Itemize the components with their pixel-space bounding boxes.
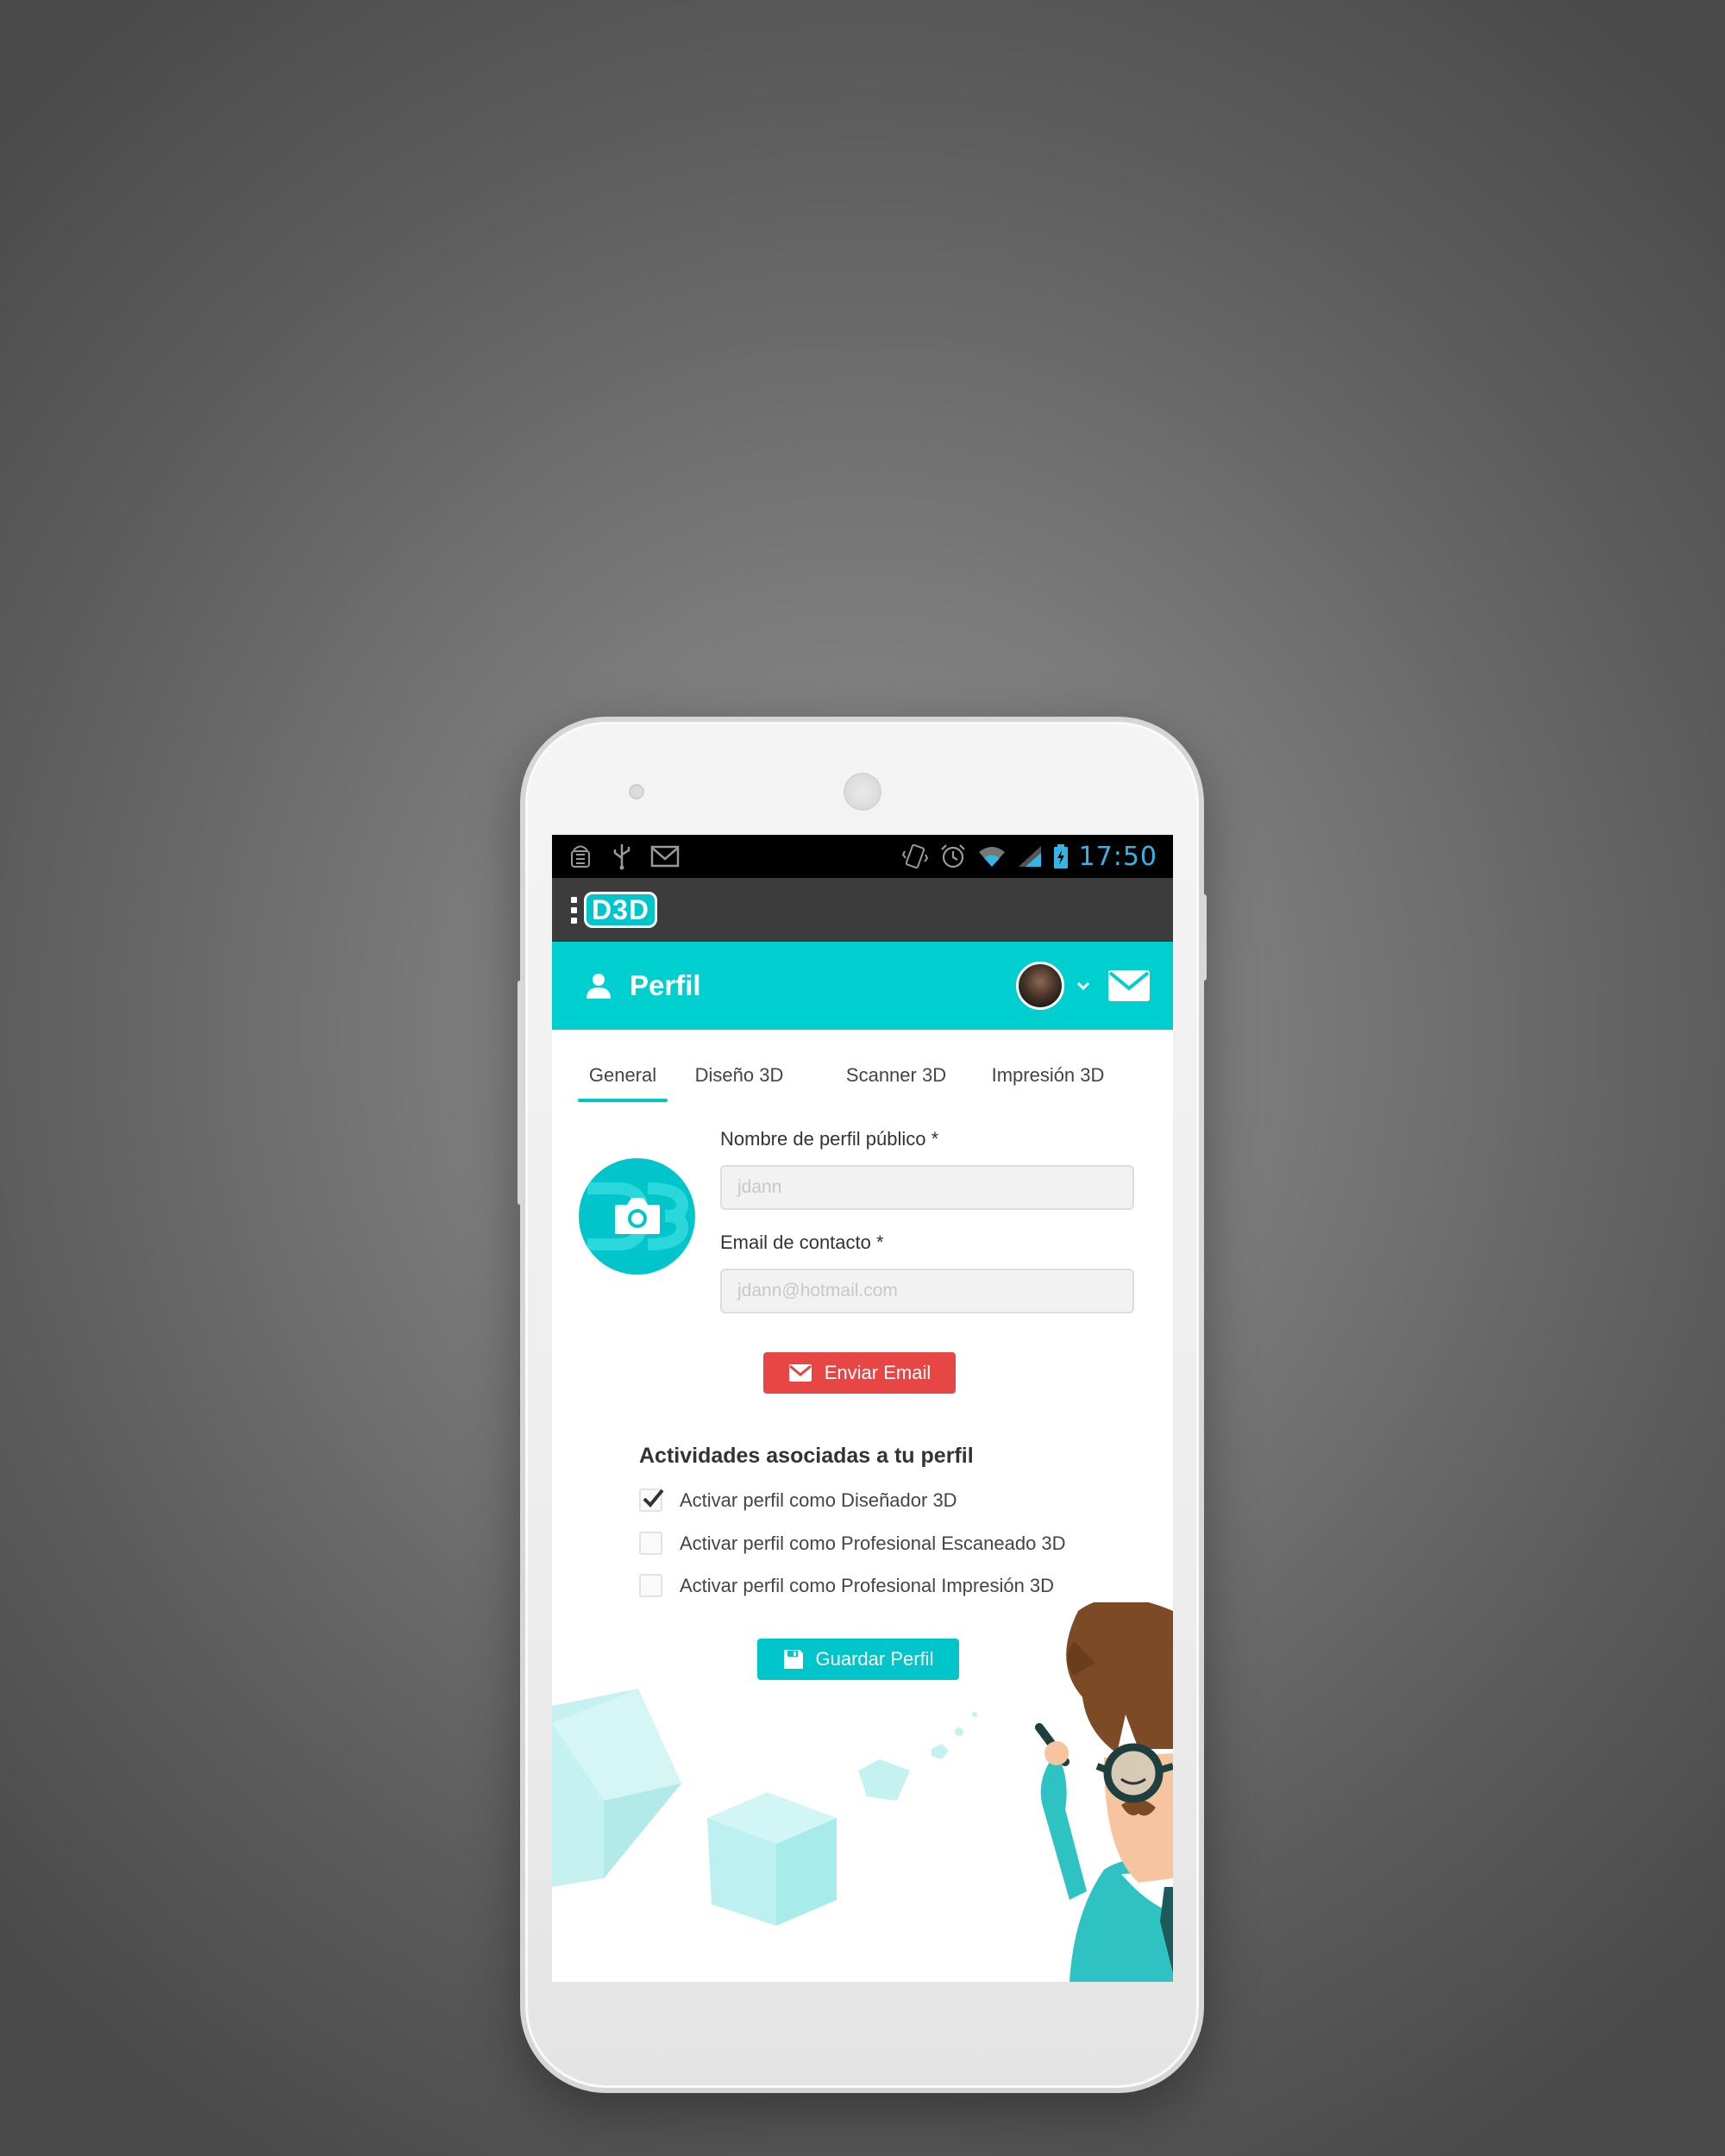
tab-bar: General Diseño 3D Scanner 3D Impresión 3… bbox=[552, 1030, 1173, 1102]
activity-escaneado[interactable]: Activar perfil como Profesional Escanead… bbox=[639, 1532, 1066, 1555]
user-avatar[interactable] bbox=[1016, 962, 1064, 1010]
designer-character-illustration bbox=[1035, 1602, 1173, 1982]
tab-impresion-3d[interactable]: Impresión 3D bbox=[975, 1064, 1121, 1102]
tab-general[interactable]: General bbox=[578, 1064, 668, 1102]
checkmark-icon bbox=[643, 1489, 664, 1507]
power-button bbox=[518, 981, 523, 1205]
page-title: Perfil bbox=[630, 969, 701, 1001]
status-bar: 17:50 bbox=[552, 835, 1173, 878]
envelope-icon bbox=[788, 1364, 812, 1382]
profile-photo-upload[interactable] bbox=[579, 1158, 695, 1275]
camera-icon bbox=[615, 1198, 660, 1234]
usb-icon bbox=[613, 844, 630, 870]
volume-button bbox=[1201, 894, 1207, 981]
send-email-label: Enviar Email bbox=[824, 1362, 932, 1383]
user-icon bbox=[586, 974, 611, 999]
save-profile-label: Guardar Perfil bbox=[815, 1648, 934, 1670]
app-bar: D3D bbox=[552, 878, 1173, 942]
envelope-icon[interactable] bbox=[1107, 969, 1151, 1002]
tab-scanner-3d[interactable]: Scanner 3D bbox=[818, 1064, 975, 1102]
wifi-icon bbox=[978, 847, 1005, 867]
checkbox-escaneado[interactable] bbox=[639, 1532, 662, 1555]
tab-diseno-3d[interactable]: Diseño 3D bbox=[661, 1064, 818, 1102]
profile-header: Perfil bbox=[552, 942, 1173, 1030]
activity-label: Activar perfil como Diseñador 3D bbox=[680, 1489, 957, 1511]
name-label: Nombre de perfil público * bbox=[720, 1128, 939, 1150]
activity-disenador[interactable]: Activar perfil como Diseñador 3D bbox=[639, 1489, 957, 1512]
name-field[interactable]: jdann bbox=[720, 1165, 1134, 1210]
battery-charging-icon bbox=[1053, 844, 1068, 868]
app-logo[interactable]: D3D bbox=[584, 892, 658, 928]
phone-screen: 17:50 D3D Perfil General Diseño 3D Scann… bbox=[552, 835, 1173, 1982]
checkbox-disenador[interactable] bbox=[639, 1489, 664, 1512]
android-debug-icon bbox=[571, 845, 590, 868]
front-camera bbox=[629, 784, 644, 799]
email-field[interactable]: jdann@hotmail.com bbox=[720, 1269, 1134, 1313]
status-time: 17:50 bbox=[1078, 841, 1157, 872]
gmail-icon bbox=[650, 845, 680, 868]
activity-impresion[interactable]: Activar perfil como Profesional Impresió… bbox=[639, 1574, 1054, 1597]
save-profile-button[interactable]: Guardar Perfil bbox=[757, 1639, 959, 1680]
floppy-disk-icon bbox=[783, 1650, 803, 1669]
activity-label: Activar perfil como Profesional Impresió… bbox=[680, 1574, 1055, 1596]
earpiece-speaker bbox=[844, 773, 881, 811]
vibrate-icon bbox=[901, 843, 928, 869]
alarm-icon bbox=[940, 844, 965, 868]
chevron-down-icon[interactable] bbox=[1076, 981, 1090, 991]
send-email-button[interactable]: Enviar Email bbox=[763, 1352, 956, 1394]
activity-label: Activar perfil como Profesional Escanead… bbox=[680, 1532, 1066, 1554]
email-label: Email de contacto * bbox=[720, 1232, 884, 1253]
checkbox-impresion[interactable] bbox=[639, 1574, 662, 1597]
overflow-menu-icon[interactable] bbox=[571, 896, 577, 924]
signal-icon bbox=[1018, 846, 1041, 867]
activities-title: Actividades asociadas a tu perfil bbox=[639, 1444, 974, 1468]
